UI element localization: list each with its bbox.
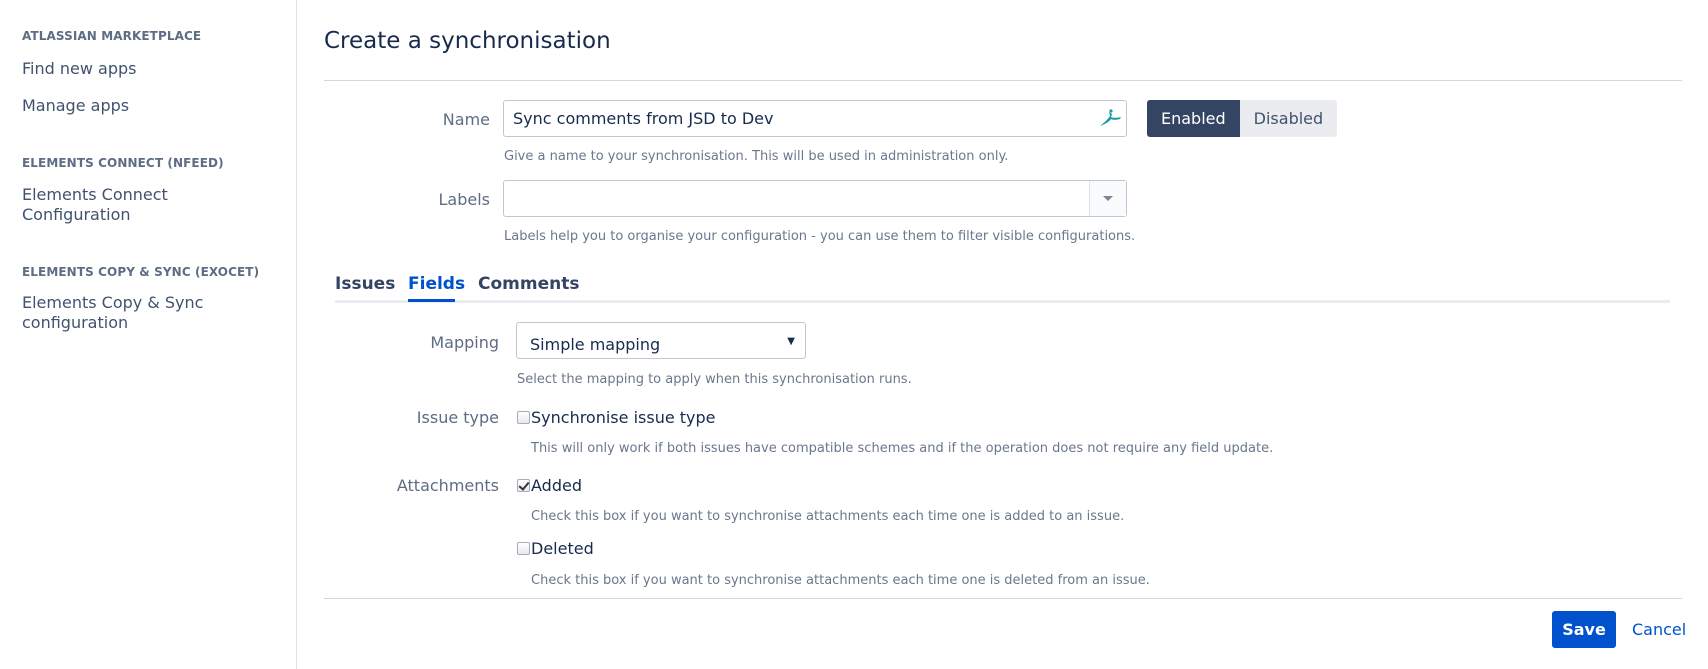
labels-label: Labels — [438, 190, 491, 209]
enabled-toggle-button[interactable]: Enabled — [1147, 100, 1240, 137]
tab-issues[interactable]: Issues — [335, 274, 395, 294]
sidebar-item-elements-connect-configuration[interactable]: Elements Connect Configuration — [22, 185, 202, 225]
synchronise-issue-type-label[interactable]: Synchronise issue type — [531, 408, 716, 427]
mapping-select[interactable]: Simple mapping ▼ — [516, 322, 806, 359]
labels-help-text: Labels help you to organise your configu… — [504, 229, 1136, 244]
issue-type-label: Issue type — [416, 408, 499, 427]
synchronise-issue-type-checkbox[interactable] — [517, 411, 530, 424]
sidebar-item-find-new-apps[interactable]: Find new apps — [22, 59, 272, 79]
title-divider — [324, 80, 1682, 81]
exocet-swoosh-icon — [1100, 109, 1121, 126]
caret-down-icon — [1103, 196, 1113, 201]
labels-multiselect — [503, 180, 1127, 217]
attachments-deleted-help-text: Check this box if you want to synchronis… — [531, 573, 1150, 588]
sidebar-heading-elements-copy-sync: ELEMENTS COPY & SYNC (EXOCET) — [22, 265, 260, 279]
tab-fields[interactable]: Fields — [408, 274, 465, 294]
status-toggle: Enabled Disabled — [1147, 100, 1338, 137]
footer-divider — [324, 598, 1682, 599]
mapping-selected-value: Simple mapping — [530, 335, 661, 354]
save-button[interactable]: Save — [1552, 611, 1616, 648]
attachments-label: Attachments — [396, 476, 499, 495]
name-label: Name — [442, 110, 490, 129]
issue-type-help-text: This will only work if both issues have … — [531, 441, 1274, 456]
tab-bar — [335, 300, 1670, 303]
active-tab-indicator — [408, 299, 455, 302]
sidebar-heading-marketplace: ATLASSIAN MARKETPLACE — [22, 29, 202, 43]
tab-comments[interactable]: Comments — [478, 274, 579, 294]
attachments-deleted-checkbox[interactable] — [517, 542, 530, 555]
attachments-added-help-text: Check this box if you want to synchronis… — [531, 509, 1125, 524]
attachments-added-checkbox[interactable] — [517, 479, 530, 492]
labels-dropdown-trigger[interactable] — [1089, 181, 1126, 216]
dropdown-arrow-icon: ▼ — [787, 336, 795, 347]
mapping-help-text: Select the mapping to apply when this sy… — [517, 372, 912, 387]
cancel-link[interactable]: Cancel — [1632, 620, 1686, 639]
page-title: Create a synchronisation — [324, 28, 611, 54]
admin-sidebar: ATLASSIAN MARKETPLACE Find new apps Mana… — [0, 0, 297, 669]
sidebar-heading-elements-connect: ELEMENTS CONNECT (NFEED) — [22, 156, 224, 170]
mapping-label: Mapping — [430, 333, 499, 352]
sidebar-item-manage-apps[interactable]: Manage apps — [22, 96, 272, 116]
name-input[interactable] — [503, 100, 1127, 137]
labels-input[interactable] — [504, 181, 1090, 216]
disabled-toggle-button[interactable]: Disabled — [1239, 100, 1338, 137]
sidebar-item-elements-copy-sync-configuration[interactable]: Elements Copy & Sync configuration — [22, 293, 222, 333]
attachments-added-label[interactable]: Added — [531, 476, 582, 495]
name-help-text: Give a name to your synchronisation. Thi… — [504, 149, 1009, 164]
attachments-deleted-label[interactable]: Deleted — [531, 539, 594, 558]
